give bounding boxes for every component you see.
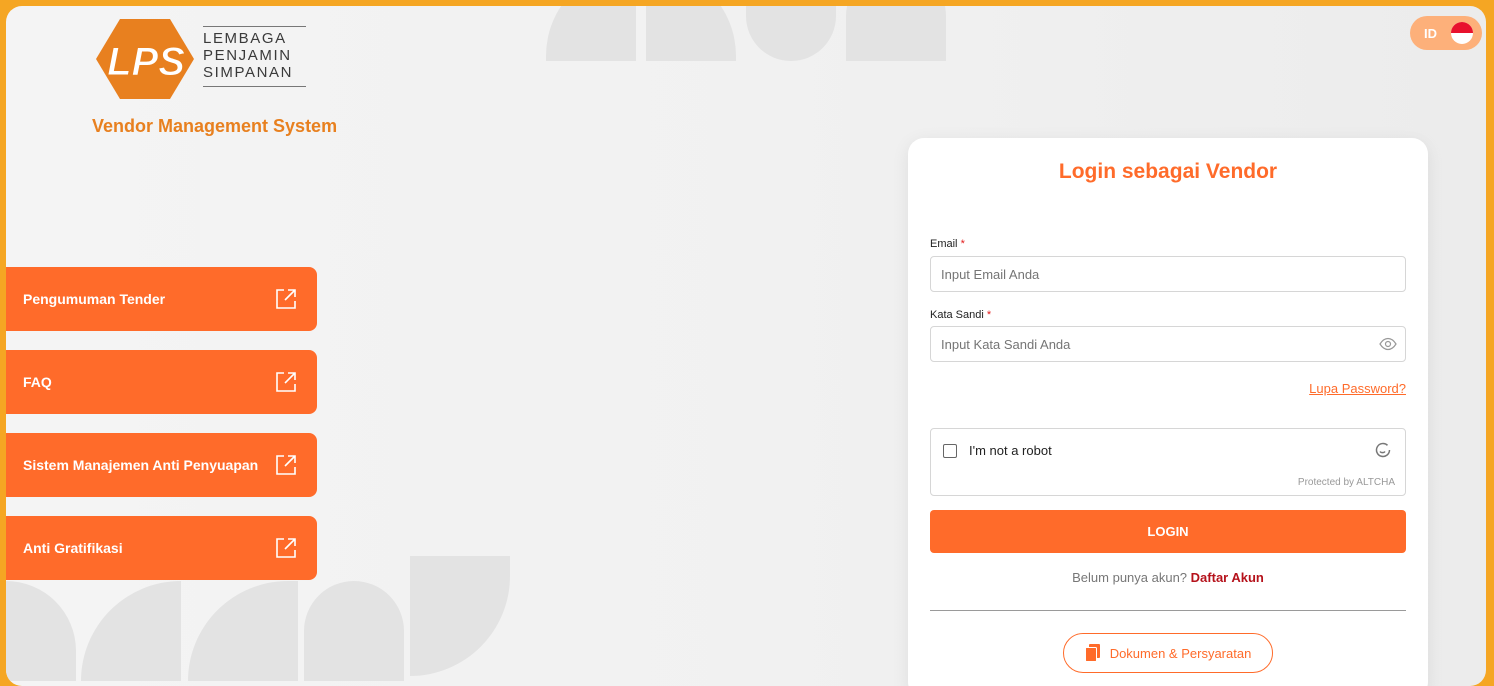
forgot-password-link[interactable]: Lupa Password? — [1309, 381, 1406, 396]
captcha-footer: Protected by ALTCHA — [1297, 477, 1395, 488]
altcha-logo-icon — [1375, 442, 1391, 458]
login-button[interactable]: LOGIN — [930, 510, 1406, 553]
language-switcher[interactable]: ID — [1410, 16, 1482, 50]
nav-label: Pengumuman Tender — [23, 291, 166, 307]
captcha-label: I'm not a robot — [969, 443, 1052, 458]
external-link-icon — [276, 538, 296, 558]
decor-shape — [846, 6, 946, 61]
login-title: Login sebagai Vendor — [1058, 160, 1278, 183]
signup-prompt: Belum punya akun? Daftar Akun — [908, 570, 1428, 585]
external-link-icon — [276, 289, 296, 309]
eye-icon[interactable] — [1379, 336, 1397, 352]
brand-line-2: PENJAMIN — [203, 47, 292, 64]
documents-label: Dokumen & Persyaratan — [1109, 645, 1252, 661]
nav-label: FAQ — [23, 374, 52, 390]
required-mark: * — [960, 238, 965, 250]
logo-letters: LPS — [107, 40, 185, 84]
password-label-text: Kata Sandi — [930, 309, 984, 321]
password-field — [908, 326, 1428, 364]
email-input[interactable] — [930, 256, 1406, 292]
email-label-text: Email — [930, 238, 958, 250]
divider — [930, 610, 1406, 611]
captcha-widget: I'm not a robot Protected by ALTCHA — [930, 428, 1406, 496]
external-link-icon — [276, 455, 296, 475]
brand-line-1: LEMBAGA — [203, 30, 287, 47]
page-frame: LPS LEMBAGA PENJAMIN SIMPANAN Vendor Man… — [6, 6, 1486, 686]
document-icon — [1084, 644, 1100, 662]
nav-anti-gratifikasi[interactable]: Anti Gratifikasi — [6, 516, 317, 580]
nav-sistem-manajemen-anti-penyuapan[interactable]: Sistem Manajemen Anti Penyuapan — [6, 433, 317, 497]
indonesia-flag-icon — [1451, 22, 1473, 44]
documents-button[interactable]: Dokumen & Persyaratan — [1063, 633, 1273, 673]
nav-pengumuman-tender[interactable]: Pengumuman Tender — [6, 267, 317, 331]
login-card: Login sebagai Vendor Email * Kata Sandi … — [908, 138, 1428, 686]
password-input[interactable] — [930, 326, 1406, 362]
email-label: Email * — [930, 238, 965, 250]
external-link-icon — [276, 372, 296, 392]
brand-rule-top — [203, 26, 306, 27]
brand-rule-bottom — [203, 86, 306, 87]
left-panel: LPS LEMBAGA PENJAMIN SIMPANAN Vendor Man… — [6, 6, 786, 686]
brand-name: LEMBAGA PENJAMIN SIMPANAN — [203, 30, 293, 81]
nav-label: Sistem Manajemen Anti Penyuapan — [23, 457, 259, 473]
app-subtitle: Vendor Management System — [92, 116, 338, 136]
nav-faq[interactable]: FAQ — [6, 350, 317, 414]
signup-link[interactable]: Daftar Akun — [1191, 570, 1264, 585]
language-code: ID — [1424, 25, 1437, 41]
nav-label: Anti Gratifikasi — [23, 540, 123, 556]
required-mark: * — [986, 309, 992, 321]
captcha-checkbox[interactable] — [943, 444, 957, 458]
signup-prompt-text: Belum punya akun? — [1072, 570, 1188, 585]
password-label: Kata Sandi * — [930, 309, 991, 321]
brand-line-3: SIMPANAN — [203, 64, 294, 81]
